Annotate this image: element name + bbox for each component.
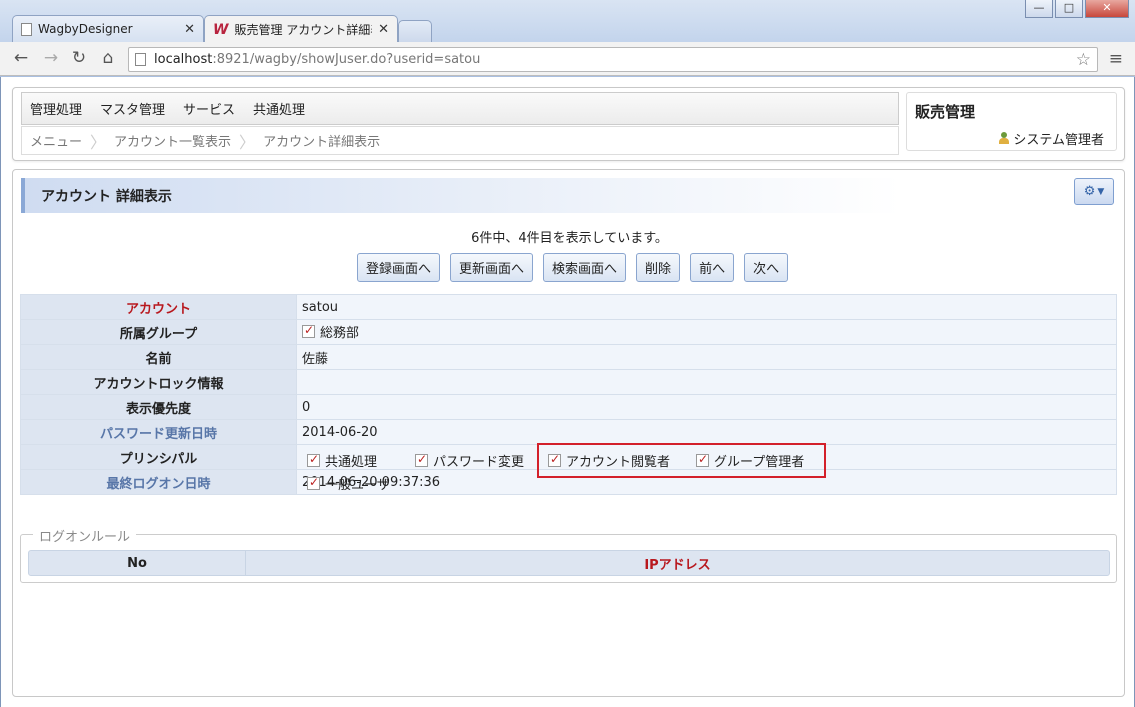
breadcrumb-account-detail: アカウント詳細表示 [263,135,381,150]
app-title: 販売管理 [915,103,976,121]
app-info-box: 販売管理 システム管理者 [906,92,1117,151]
forward-arrow-icon[interactable]: → [40,48,62,68]
table-row: アカウントロック情報 [20,369,1117,395]
menu-item-admin[interactable]: 管理処理 [30,99,82,118]
app-header: 管理処理 マスタ管理 サービス 共通処理 メニュー 〉 アカウント一覧表示 〉 … [12,87,1125,161]
next-button[interactable]: 次へ [744,253,789,282]
menu-item-service[interactable]: サービス [183,99,235,118]
group-checkbox: 総務部 [302,322,359,341]
url-text: localhost:8921/wagby/showJuser.do?userid… [154,52,480,67]
bookmark-star-icon[interactable]: ☆ [1076,50,1091,70]
group-value-cell: 総務部 [296,319,1117,345]
lock-label: アカウントロック情報 [20,369,297,395]
last-logon-label: 最終ログオン日時 [20,469,297,495]
breadcrumb: メニュー 〉 アカウント一覧表示 〉 アカウント詳細表示 [21,126,899,155]
password-date-value: 2014-06-20 [296,419,1117,445]
checkmark-icon [307,452,320,467]
account-value: satou [296,294,1117,320]
chevron-right-icon: 〉 [90,132,107,152]
group-label: 所属グループ [20,319,297,345]
browser-toolbar: ← → ↻ ⌂ localhost:8921/wagby/showJuser.d… [0,42,1135,76]
group-value: 総務部 [320,326,360,341]
user-icon [998,132,1010,145]
table-row: 所属グループ 総務部 [20,319,1117,345]
reload-icon[interactable]: ↻ [68,48,90,68]
minimize-button[interactable]: — [1025,0,1053,18]
new-tab-button[interactable] [398,20,432,42]
record-count-text: 6件中、4件目を表示しています。 [471,231,668,246]
user-info[interactable]: システム管理者 [998,129,1104,148]
logon-rule-table-header: No IPアドレス [28,550,1110,576]
register-screen-button[interactable]: 登録画面へ [357,253,441,282]
url-host: localhost [154,52,213,67]
previous-button[interactable]: 前へ [690,253,735,282]
close-window-button[interactable]: ✕ [1085,0,1129,18]
table-row: アカウント satou [20,294,1117,320]
caret-down-icon: ▼ [1097,186,1105,197]
menu-item-master[interactable]: マスタ管理 [100,99,165,118]
chevron-right-icon: 〉 [239,132,256,152]
table-row: 名前 佐藤 [20,344,1117,370]
principal-line-2: 一般ユーザ [307,474,410,493]
search-screen-button[interactable]: 検索画面へ [543,253,627,282]
tab-title: 販売管理 アカウント詳細表示 [234,23,372,37]
address-bar[interactable]: localhost:8921/wagby/showJuser.do?userid… [128,47,1098,72]
account-label: アカウント [20,294,297,320]
browser-menu-icon[interactable]: ≡ [1109,49,1123,69]
highlight-box [537,443,826,478]
table-row: 表示優先度 0 [20,394,1117,420]
gear-icon: ⚙ [1083,184,1096,199]
settings-dropdown-button[interactable]: ⚙ ▼ [1074,178,1114,205]
user-name: システム管理者 [1013,133,1104,148]
page-viewport: 管理処理 マスタ管理 サービス 共通処理 メニュー 〉 アカウント一覧表示 〉 … [0,77,1135,707]
wagby-logo-icon: W [213,21,229,38]
url-path: :8921/wagby/showJuser.do?userid=satou [212,52,481,67]
logon-rule-section: ログオンルール No IPアドレス [20,526,1117,583]
principal-label: プリンシパル [20,444,297,470]
maximize-button[interactable]: □ [1055,0,1083,18]
column-header-ip: IPアドレス [644,557,711,573]
checkmark-icon [307,475,320,490]
breadcrumb-menu[interactable]: メニュー [30,131,82,150]
principal-common: 共通処理 [325,455,378,470]
page-icon [135,53,146,66]
password-date-label: パスワード更新日時 [20,419,297,445]
name-label: 名前 [20,344,297,370]
principal-general-user: 一般ユーザ [325,478,390,493]
browser-titlebar: WagbyDesigner ✕ W 販売管理 アカウント詳細表示 ✕ — □ ✕ [0,0,1135,43]
delete-button[interactable]: 削除 [636,253,681,282]
tab-wagbydesigner[interactable]: WagbyDesigner ✕ [12,15,204,42]
principal-item: パスワード変更 [415,451,524,470]
column-header-no: No [29,551,246,575]
lock-value [296,369,1117,395]
logon-rule-legend: ログオンルール [33,526,137,545]
principal-item: 一般ユーザ [307,474,390,493]
principal-password-change: パスワード変更 [433,455,525,470]
name-value: 佐藤 [296,344,1117,370]
breadcrumb-account-list[interactable]: アカウント一覧表示 [114,131,231,150]
tab-close-icon[interactable]: ✕ [184,22,195,37]
tab-account-detail[interactable]: W 販売管理 アカウント詳細表示 ✕ [204,15,398,43]
priority-value: 0 [296,394,1117,420]
main-menu: 管理処理 マスタ管理 サービス 共通処理 [21,92,899,125]
tab-title: WagbyDesigner [38,22,133,36]
back-arrow-icon[interactable]: ← [10,48,32,68]
principal-item: 共通処理 [307,451,377,470]
page-title: アカウント 詳細表示 [21,178,901,213]
home-icon[interactable]: ⌂ [97,48,119,68]
window-controls: — □ ✕ [1025,0,1129,18]
document-icon [21,22,32,36]
priority-label: 表示優先度 [20,394,297,420]
action-buttons: 登録画面へ 更新画面へ 検索画面へ 削除 前へ 次へ [357,253,789,282]
update-screen-button[interactable]: 更新画面へ [450,253,534,282]
main-panel: アカウント 詳細表示 ⚙ ▼ 6件中、4件目を表示しています。 登録画面へ 更新… [12,169,1125,697]
tab-close-icon[interactable]: ✕ [378,22,389,37]
menu-item-common[interactable]: 共通処理 [253,99,305,118]
table-row: パスワード更新日時 2014-06-20 [20,419,1117,445]
checkmark-icon [415,452,429,467]
checkmark-icon [302,323,315,338]
